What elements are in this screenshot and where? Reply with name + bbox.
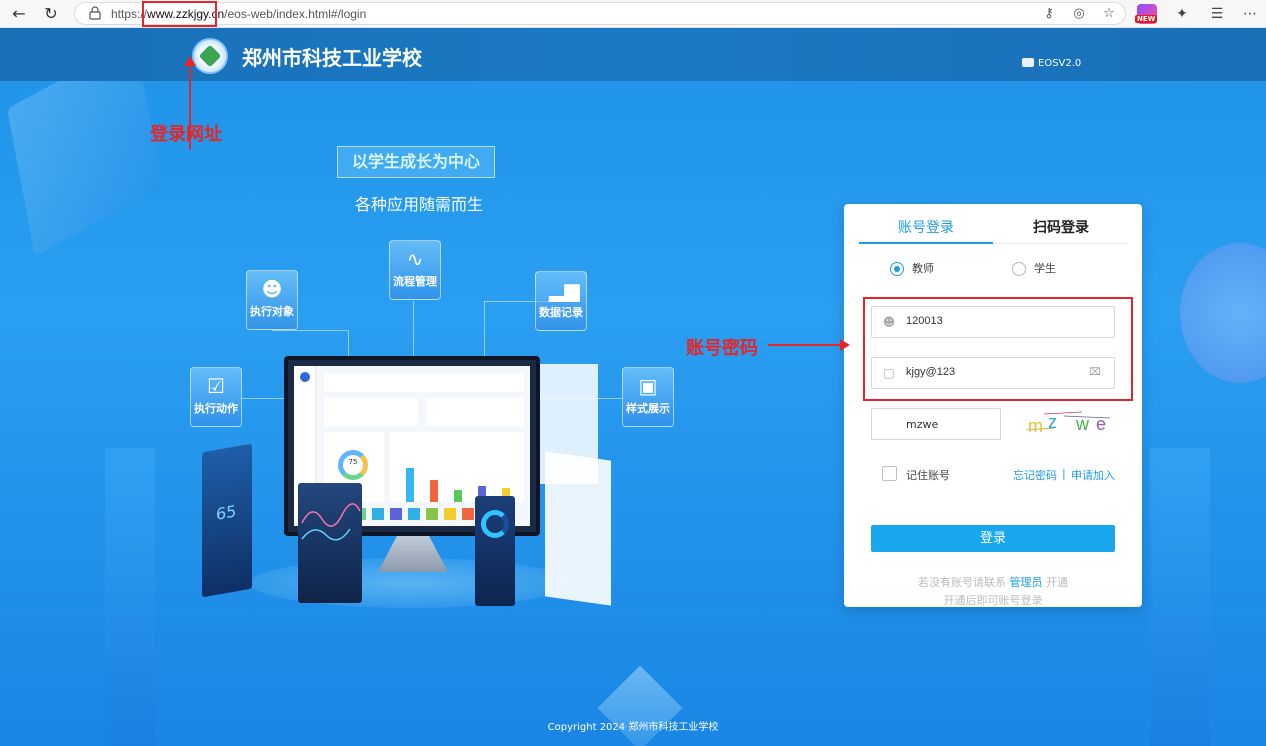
refresh-icon[interactable]: ↻ <box>40 3 62 25</box>
role-teacher-radio[interactable] <box>890 262 904 276</box>
decorative-cube <box>597 665 683 746</box>
captcha-char: z <box>1048 412 1057 432</box>
url-annotation-box <box>142 1 217 27</box>
tab-account-login[interactable]: 账号登录 <box>859 214 993 242</box>
version-text: EOSV2.0 <box>1038 58 1082 69</box>
active-tab-indicator <box>859 242 993 244</box>
new-feature-icon[interactable]: NEW <box>1135 4 1158 24</box>
admin-link[interactable]: 管理员 <box>1010 576 1043 589</box>
feature-label: 数据记录 <box>539 306 583 319</box>
favorites-icon[interactable]: ☰ <box>1207 3 1227 25</box>
login-button[interactable]: 登录 <box>871 525 1115 552</box>
checklist-icon: ☑ <box>207 374 225 398</box>
credentials-annotation-label: 账号密码 <box>686 338 758 359</box>
role-teacher-label: 教师 <box>912 262 934 275</box>
hint-line-2: 开通后即可账号登录 <box>943 594 1043 607</box>
copyright: Copyright 2024 郑州市科技工业学校 <box>547 722 719 733</box>
connector-line <box>272 330 348 331</box>
feature-label: 样式展示 <box>626 402 670 415</box>
remember-checkbox[interactable] <box>882 466 897 481</box>
captcha-value: mzwe <box>906 418 939 431</box>
user-icon: ☻ <box>261 277 283 301</box>
forgot-password-link[interactable]: 忘记密码 <box>1013 467 1057 483</box>
sub-slogan: 各种应用随需而生 <box>355 195 484 214</box>
illustration-ring-panel <box>475 496 515 606</box>
feature-process-management: ∿ 流程管理 <box>389 240 441 300</box>
decorative-tower <box>1150 448 1210 746</box>
monitor-icon <box>1022 58 1034 67</box>
url-path: /eos-web/index.html#/login <box>224 7 367 21</box>
connector-line <box>413 301 414 356</box>
captcha-char: e <box>1096 414 1107 434</box>
school-name: 郑州市科技工业学校 <box>242 46 422 70</box>
version-label: EOSV2.0 <box>1022 58 1081 69</box>
lock-icon <box>89 6 101 20</box>
donut-value: 75 <box>348 458 358 466</box>
new-badge: NEW <box>1135 15 1158 23</box>
star-icon[interactable]: ☆ <box>1101 6 1117 22</box>
extensions-icon[interactable]: ✦ <box>1172 3 1192 25</box>
hint-suffix: 开通 <box>1046 576 1068 589</box>
login-card: 账号登录 扫码登录 教师 学生 ☻ 120013 □ kjgy@123 ⌧ mz… <box>844 204 1142 607</box>
hint-line-1: 若没有账号请联系 管理员 开通 <box>844 574 1142 590</box>
annotation-arrow <box>768 339 850 351</box>
hint-prefix: 若没有账号请联系 <box>918 576 1006 589</box>
url-annotation-label: 登录网址 <box>150 124 222 145</box>
connector-line <box>348 330 349 356</box>
chart-icon: ▂▆ <box>549 278 580 302</box>
feature-execution-target: ☻ 执行对象 <box>246 270 298 330</box>
feature-label: 执行动作 <box>194 402 238 415</box>
presentation-icon: ▣ <box>638 374 658 398</box>
back-arrow-icon[interactable]: ← <box>8 3 30 25</box>
gauge-value: 65 <box>216 501 237 524</box>
role-student-label: 学生 <box>1034 262 1056 275</box>
monitor-stand <box>378 532 448 572</box>
illustration-wave-panel <box>298 483 362 603</box>
feature-label: 执行对象 <box>250 305 294 318</box>
link-separator: | <box>1062 467 1066 480</box>
captcha-input[interactable]: mzwe <box>871 408 1001 440</box>
connector-line <box>242 398 286 399</box>
connector-line <box>484 301 485 356</box>
more-icon[interactable]: ⋯ <box>1240 3 1260 25</box>
feature-data-record: ▂▆ 数据记录 <box>535 271 587 331</box>
flow-icon: ∿ <box>406 247 424 271</box>
key-icon[interactable]: ⚷ <box>1041 6 1057 22</box>
decorative-tower <box>105 448 155 746</box>
feature-label: 流程管理 <box>393 275 437 288</box>
role-student-radio[interactable] <box>1012 262 1026 276</box>
feature-style-display: ▣ 样式展示 <box>622 367 674 427</box>
apply-join-link[interactable]: 申请加入 <box>1071 467 1115 483</box>
captcha-image[interactable]: m z w e <box>1024 408 1116 440</box>
illustration-gauge-panel: 65 <box>202 443 252 598</box>
school-logo-icon <box>192 38 228 74</box>
credentials-annotation-box <box>863 297 1133 401</box>
address-bar[interactable]: https://www.zzkjgy.cn/eos-web/index.html… <box>74 2 1126 25</box>
tab-qr-login[interactable]: 扫码登录 <box>994 214 1128 242</box>
slogan: 以学生成长为中心 <box>337 146 495 178</box>
remember-label: 记住账号 <box>906 469 950 482</box>
decorative-sphere <box>1180 243 1266 383</box>
translate-icon[interactable]: ◎ <box>1071 6 1087 22</box>
feature-execution-action: ☑ 执行动作 <box>190 367 242 427</box>
captcha-char: m <box>1028 416 1043 436</box>
illustration-calendar <box>545 451 611 606</box>
captcha-char: w <box>1076 414 1089 434</box>
